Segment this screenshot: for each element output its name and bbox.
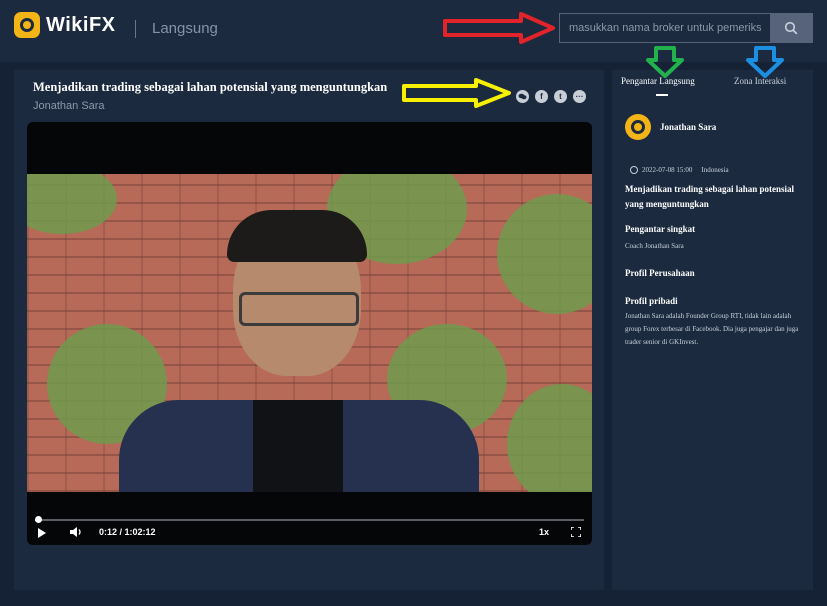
video-time: 0:12 / 1:02:12 [99, 527, 156, 537]
section-body-intro: Coach Jonathan Sara [625, 242, 684, 250]
logo-text: WikiFX [46, 13, 116, 36]
host-name: Jonathan Sara [660, 122, 717, 132]
volume-icon[interactable] [69, 526, 83, 538]
facebook-icon[interactable]: f [535, 90, 548, 103]
section-heading-personal: Profil pribadi [625, 296, 678, 306]
search-icon [784, 21, 798, 35]
section-body-personal: Jonathan Sara adalah Founder Group RTI, … [625, 312, 799, 346]
wikifx-logo[interactable]: WikiFX [14, 12, 116, 38]
stream-datetime: 2022-07-08 15:00 [642, 166, 693, 174]
sidebar-tabs: Pengantar Langsung Zona Interaksi [612, 76, 813, 106]
header-divider [135, 20, 136, 38]
presenter-shirt [253, 400, 343, 492]
presenter-hair [227, 210, 367, 262]
fullscreen-icon[interactable] [571, 527, 581, 537]
clock-icon [630, 166, 638, 174]
play-icon[interactable] [38, 528, 46, 538]
info-sidebar: Pengantar Langsung Zona Interaksi Jonath… [612, 70, 813, 590]
video-progress-bar[interactable] [35, 516, 584, 523]
wechat-icon[interactable] [516, 90, 529, 103]
search-button[interactable] [770, 14, 812, 42]
stream-panel: Menjadikan trading sebagai lahan potensi… [14, 70, 604, 590]
progress-handle[interactable] [35, 516, 42, 523]
yellow-annotation-arrow [402, 78, 511, 108]
active-tab-indicator [656, 94, 668, 96]
search-input[interactable] [560, 14, 770, 42]
stream-meta: 2022-07-08 15:00 Indonesia [630, 166, 729, 174]
plant-foliage [507, 384, 592, 492]
top-bar: WikiFX Langsung [0, 0, 827, 62]
plant-foliage [497, 194, 592, 314]
section-heading-intro: Pengantar singkat [625, 224, 696, 234]
plant-foliage [27, 174, 117, 234]
broker-search [559, 13, 813, 43]
presenter-glasses [239, 292, 359, 326]
green-annotation-arrow [646, 46, 684, 78]
page-label: Langsung [152, 20, 218, 37]
more-icon[interactable]: ··· [573, 90, 586, 103]
playback-speed-button[interactable]: 1x [539, 527, 549, 537]
avatar [625, 114, 651, 140]
sidebar-stream-title: Menjadikan trading sebagai lahan potensi… [625, 184, 795, 209]
stream-country: Indonesia [701, 166, 729, 174]
red-annotation-arrow [443, 12, 555, 44]
section-heading-company: Profil Perusahaan [625, 268, 695, 278]
blue-annotation-arrow [746, 46, 784, 78]
stream-author[interactable]: Jonathan Sara [33, 100, 105, 112]
video-frame [27, 174, 592, 492]
logo-icon [14, 12, 40, 38]
stream-title: Menjadikan trading sebagai lahan potensi… [33, 80, 388, 94]
video-player[interactable]: 0:12 / 1:02:12 1x [27, 122, 592, 545]
share-bar: f t ··· [516, 90, 586, 103]
twitter-icon[interactable]: t [554, 90, 567, 103]
